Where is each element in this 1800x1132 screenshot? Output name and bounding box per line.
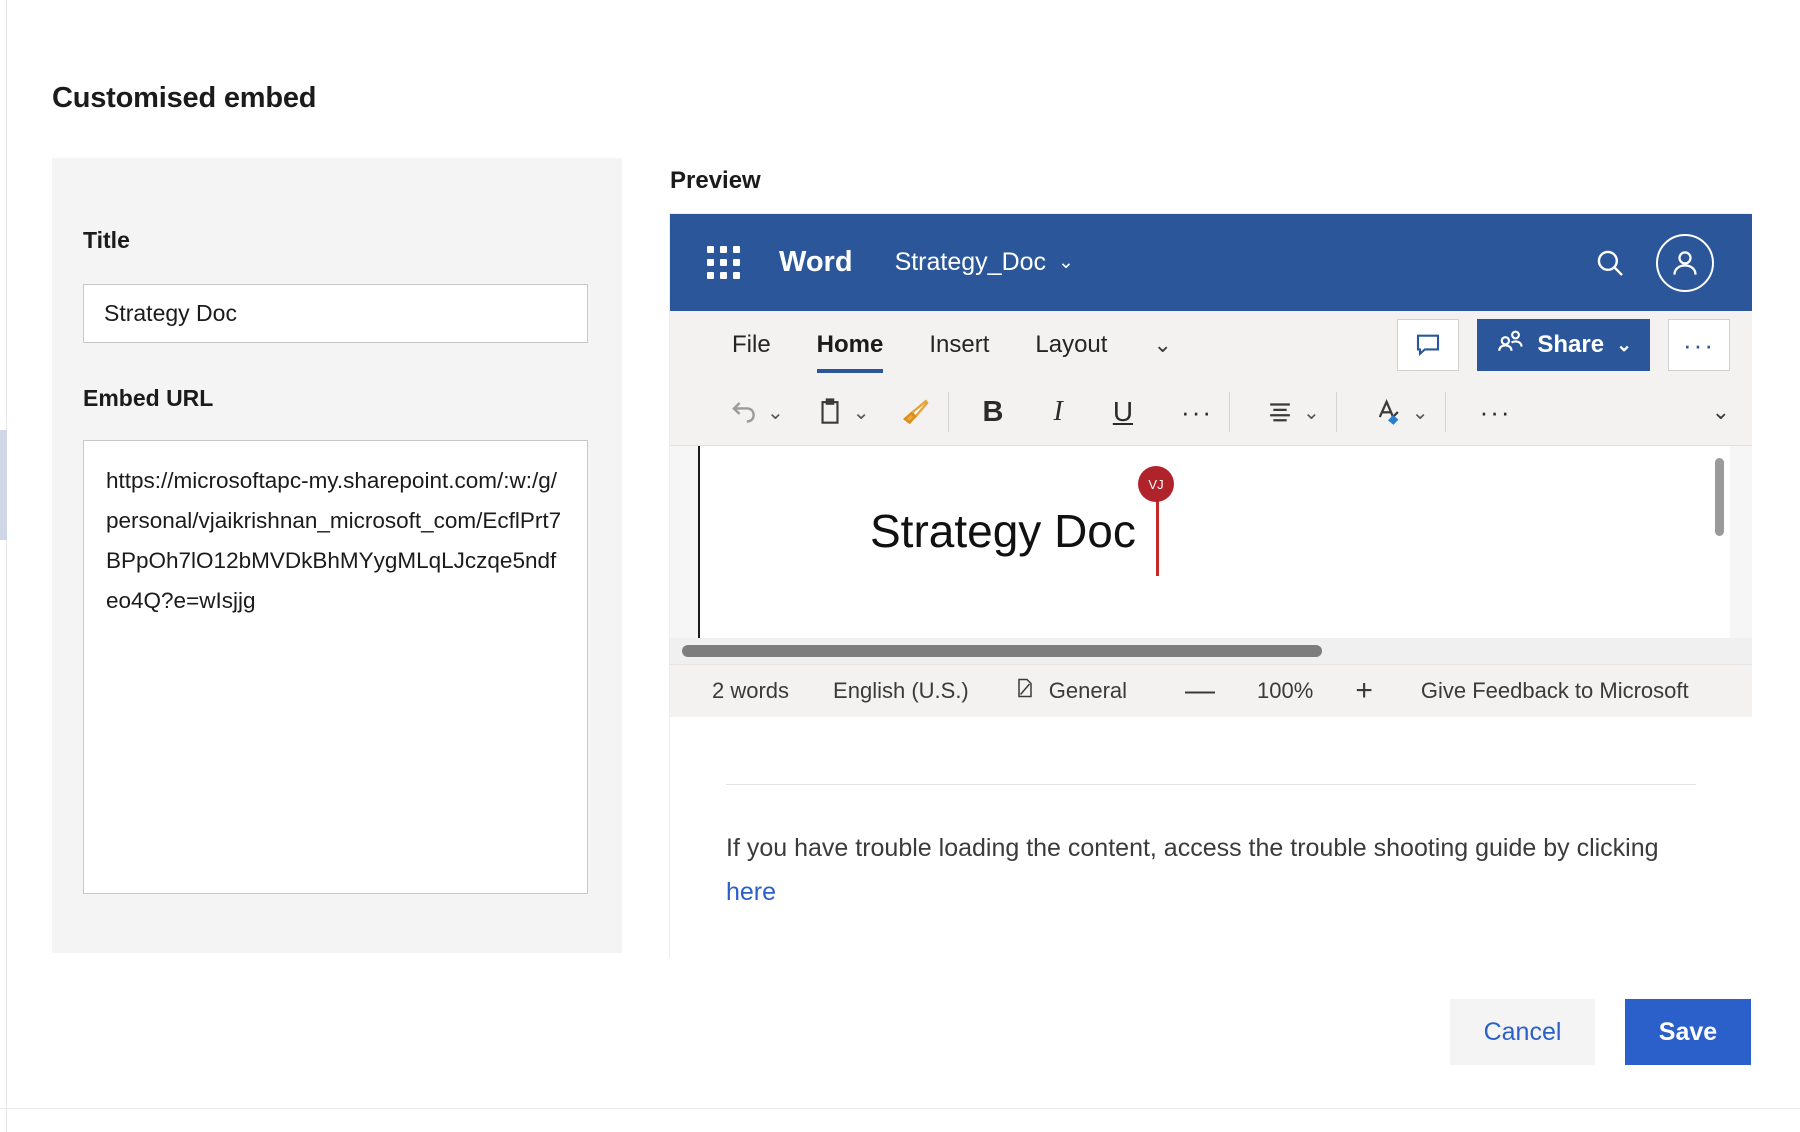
more-toolbar-options-button[interactable]: ··· bbox=[1480, 397, 1512, 428]
embed-url-input[interactable]: https://microsoftapc-my.sharepoint.com/:… bbox=[83, 440, 588, 894]
bottom-divider bbox=[0, 1108, 1800, 1109]
toolbar-divider bbox=[947, 392, 949, 432]
zoom-level[interactable]: 100% bbox=[1257, 678, 1313, 704]
document-canvas: Strategy Doc VJ bbox=[670, 446, 1752, 664]
align-button[interactable]: ⌄ bbox=[1264, 396, 1320, 428]
chevron-down-icon: ⌄ bbox=[1058, 252, 1074, 273]
tab-home[interactable]: Home bbox=[816, 311, 883, 379]
presence-avatar: VJ bbox=[1138, 466, 1174, 502]
italic-button[interactable]: I bbox=[1053, 396, 1062, 428]
underline-button[interactable]: U bbox=[1113, 396, 1133, 428]
title-input[interactable] bbox=[83, 284, 588, 343]
horizontal-scrollbar-thumb[interactable] bbox=[682, 645, 1322, 657]
fallback-message: If you have trouble loading the content,… bbox=[726, 826, 1666, 914]
ribbon-more-options-button[interactable]: ··· bbox=[1668, 319, 1730, 371]
search-icon[interactable] bbox=[1590, 243, 1630, 283]
document-page[interactable]: Strategy Doc VJ bbox=[698, 446, 1730, 664]
page-style-icon bbox=[1013, 676, 1037, 706]
divider bbox=[726, 784, 1696, 785]
fallback-message-area: If you have trouble loading the content,… bbox=[670, 780, 1752, 958]
language-indicator[interactable]: English (U.S.) bbox=[833, 678, 969, 704]
give-feedback-link[interactable]: Give Feedback to Microsoft bbox=[1421, 678, 1689, 704]
window-left-edge bbox=[0, 0, 7, 1132]
preview-label: Preview bbox=[670, 167, 761, 194]
toolbar-divider bbox=[1444, 392, 1446, 432]
page-title: Customised embed bbox=[52, 82, 317, 114]
document-heading: Strategy Doc bbox=[870, 505, 1136, 557]
comment-icon[interactable] bbox=[1397, 319, 1460, 371]
ribbon-overflow-chevron-icon[interactable]: ⌄ bbox=[1153, 332, 1171, 358]
fallback-message-text: If you have trouble loading the content,… bbox=[726, 834, 1659, 862]
app-launcher-icon[interactable] bbox=[707, 245, 741, 280]
more-font-options-button[interactable]: ··· bbox=[1181, 397, 1213, 428]
customised-embed-dialog: Customised embed Title Embed URL https:/… bbox=[0, 0, 1800, 1132]
toolbar-divider bbox=[1229, 392, 1231, 432]
share-label: Share bbox=[1537, 331, 1605, 358]
cancel-button[interactable]: Cancel bbox=[1450, 999, 1595, 1065]
ribbon-right-actions: Share ⌄ ··· bbox=[1397, 311, 1730, 379]
troubleshooting-link[interactable]: here bbox=[726, 878, 776, 906]
chevron-down-icon: ⌄ bbox=[1411, 401, 1429, 424]
embed-url-field-label: Embed URL bbox=[83, 385, 214, 411]
save-button[interactable]: Save bbox=[1625, 999, 1751, 1065]
word-app-name: Word bbox=[779, 246, 853, 278]
tab-layout[interactable]: Layout bbox=[1035, 311, 1107, 379]
account-avatar-icon[interactable] bbox=[1656, 233, 1714, 292]
chevron-down-icon: ⌄ bbox=[1616, 334, 1632, 356]
word-embed-frame: Word Strategy_Doc ⌄ File Home Insert Lay… bbox=[670, 214, 1752, 780]
zoom-in-button[interactable]: + bbox=[1355, 674, 1373, 708]
toolbar-divider bbox=[1335, 392, 1337, 432]
zoom-out-button[interactable]: — bbox=[1185, 674, 1215, 708]
paste-button[interactable]: ⌄ bbox=[814, 396, 870, 428]
chevron-down-icon: ⌄ bbox=[767, 401, 784, 424]
chevron-down-icon: ⌄ bbox=[852, 401, 870, 424]
bold-button[interactable]: B bbox=[983, 396, 1004, 429]
document-style[interactable]: General bbox=[1013, 676, 1127, 706]
word-count[interactable]: 2 words bbox=[712, 678, 789, 704]
tab-file[interactable]: File bbox=[732, 311, 771, 379]
text-highlight-button[interactable]: ⌄ bbox=[1371, 395, 1429, 429]
formatting-toolbar: ⌄ ⌄ B I U ··· ⌄ ⌄ ··· ⌄ bbox=[670, 379, 1752, 446]
word-status-bar: 2 words English (U.S.) General — 100% + … bbox=[670, 664, 1752, 717]
document-name-menu[interactable]: Strategy_Doc ⌄ bbox=[895, 248, 1074, 277]
share-button[interactable]: Share ⌄ bbox=[1477, 319, 1650, 371]
left-edge-accent bbox=[0, 430, 7, 540]
undo-button[interactable]: ⌄ bbox=[726, 395, 784, 429]
title-field-label: Title bbox=[83, 227, 130, 253]
ribbon-tab-strip: File Home Insert Layout ⌄ Share ⌄ ··· bbox=[670, 311, 1752, 379]
format-painter-button[interactable] bbox=[898, 395, 932, 429]
horizontal-scrollbar[interactable] bbox=[670, 638, 1752, 664]
titlebar-right-actions bbox=[1590, 214, 1752, 311]
collapse-ribbon-chevron-icon[interactable]: ⌄ bbox=[1712, 399, 1730, 425]
tab-insert[interactable]: Insert bbox=[929, 311, 989, 379]
document-style-label: General bbox=[1048, 678, 1128, 703]
share-people-icon bbox=[1495, 327, 1525, 364]
text-cursor bbox=[1156, 498, 1159, 576]
word-titlebar: Word Strategy_Doc ⌄ bbox=[670, 214, 1752, 311]
chevron-down-icon: ⌄ bbox=[1303, 401, 1320, 424]
document-name-label: Strategy_Doc bbox=[894, 248, 1047, 276]
preview-card: Word Strategy_Doc ⌄ File Home Insert Lay… bbox=[669, 213, 1752, 958]
vertical-scrollbar-thumb[interactable] bbox=[1715, 458, 1724, 536]
